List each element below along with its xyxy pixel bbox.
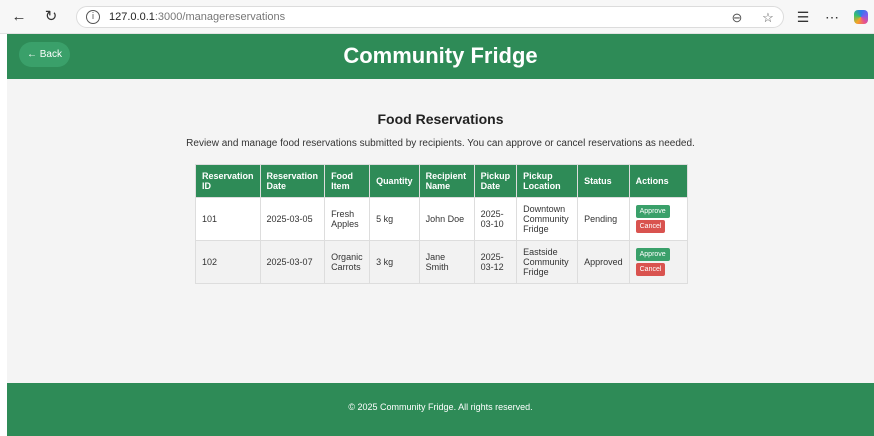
cell-quantity: 3 kg — [369, 240, 420, 284]
cell-recipient-name: Jane Smith — [418, 240, 475, 284]
cell-recipient-name: John Doe — [418, 197, 475, 241]
cell-text: 2025- — [480, 252, 504, 262]
cell-actions: Approve Cancel — [628, 197, 688, 241]
column-header-pickup-date: Pickup Date — [473, 164, 518, 198]
cell-reservation-date: 2025-03-07 — [259, 240, 326, 284]
cell-text: John Doe — [425, 214, 465, 224]
cancel-button[interactable]: Cancel — [635, 220, 666, 233]
url-path: :3000/managereservations — [154, 11, 286, 23]
cell-actions: Approve Cancel — [628, 240, 688, 284]
cell-pickup-location: Downtown Community Fridge — [516, 197, 579, 241]
header-text: Location — [523, 181, 561, 191]
column-header-recipient-name: Recipient Name — [418, 164, 475, 198]
table-header-row: Reservation ID Reservation Date Food Item Q… — [195, 164, 688, 198]
url-host: 127.0.0.1 — [109, 11, 155, 23]
header-text: Name — [425, 181, 451, 191]
site-footer: © 2025 Community Fridge. All rights rese… — [7, 383, 874, 436]
header-text: Status — [584, 176, 612, 186]
approve-button[interactable]: Approve — [635, 248, 670, 261]
header-text: ID — [202, 181, 211, 191]
address-bar[interactable]: i 127.0.0.1:3000/managereservations ⊖ ☆ — [76, 6, 784, 28]
favorites-list-icon[interactable]: ☰ — [794, 8, 812, 26]
info-icon[interactable]: i — [86, 10, 100, 24]
browser-toolbar: ← ↻ i 127.0.0.1:3000/managereservations … — [0, 0, 874, 34]
column-header-reservation-date: Reservation Date — [259, 164, 326, 198]
cell-reservation-id: 102 — [195, 240, 261, 284]
refresh-icon[interactable]: ↻ — [42, 8, 60, 26]
column-header-pickup-location: Pickup Location — [516, 164, 579, 198]
page-viewport: ← Back Community Fridge Food Reservation… — [7, 34, 874, 436]
cell-text: Organic — [331, 252, 363, 262]
cell-text: Downtown — [523, 204, 566, 214]
header-text: Recipient — [425, 171, 467, 181]
header-text: Quantity — [376, 176, 413, 186]
cell-food-item: Fresh Apples — [324, 197, 371, 241]
cell-pickup-date: 2025- 03-12 — [473, 240, 518, 284]
column-header-reservation-id: Reservation ID — [195, 164, 261, 198]
cell-text: Community — [523, 257, 569, 267]
url-text[interactable]: 127.0.0.1:3000/managereservations — [109, 11, 285, 23]
site-header: ← Back Community Fridge — [7, 34, 874, 79]
header-text: Pickup — [480, 171, 511, 181]
page-title: Food Reservations — [377, 111, 504, 127]
cell-text: Smith — [425, 262, 449, 272]
more-icon[interactable]: ⋯ — [823, 8, 841, 26]
header-text: Reservation — [202, 171, 254, 181]
copilot-icon[interactable] — [854, 10, 868, 24]
cell-text: Carrots — [331, 262, 361, 272]
header-text: Reservation — [266, 171, 319, 181]
cell-pickup-location: Eastside Community Fridge — [516, 240, 579, 284]
cell-text: 2025- — [480, 209, 504, 219]
reservations-table: Reservation ID Reservation Date Food Item Q… — [195, 164, 688, 284]
header-text: Food — [331, 171, 354, 181]
column-header-actions: Actions — [628, 164, 688, 198]
header-text: Item — [331, 181, 350, 191]
zoom-icon[interactable]: ⊖ — [729, 10, 745, 26]
cell-text: 03-12 — [480, 262, 504, 272]
cell-text: Apples — [331, 219, 359, 229]
header-text: Date — [266, 181, 287, 191]
header-text: Date — [480, 181, 501, 191]
table-row: 101 2025-03-05 Fresh Apples 5 kg John Doe… — [195, 197, 688, 241]
header-text: Actions — [635, 176, 669, 186]
cell-pickup-date: 2025- 03-10 — [473, 197, 518, 241]
favorite-star-icon[interactable]: ☆ — [760, 10, 776, 26]
cell-text: Community — [523, 214, 569, 224]
cell-text: Fridge — [523, 224, 549, 234]
footer-copyright: © 2025 Community Fridge. All rights rese… — [348, 402, 533, 412]
cell-reservation-date: 2025-03-05 — [259, 197, 326, 241]
cell-status: Pending — [577, 197, 630, 241]
column-header-status: Status — [577, 164, 630, 198]
cell-status: Approved — [577, 240, 630, 284]
header-text: Pickup — [523, 171, 553, 181]
cell-food-item: Organic Carrots — [324, 240, 371, 284]
cell-text: Eastside — [523, 247, 558, 257]
page-description: Review and manage food reservations subm… — [186, 138, 695, 149]
cell-text: Jane — [425, 252, 446, 262]
cell-text: 03-10 — [480, 219, 504, 229]
cell-text: Fridge — [523, 267, 549, 277]
cell-quantity: 5 kg — [369, 197, 420, 241]
approve-button[interactable]: Approve — [635, 205, 670, 218]
column-header-food-item: Food Item — [324, 164, 371, 198]
cell-reservation-id: 101 — [195, 197, 261, 241]
cell-text: Fresh — [331, 209, 355, 219]
column-header-quantity: Quantity — [369, 164, 420, 198]
back-arrow-icon[interactable]: ← — [10, 8, 28, 26]
table-row: 102 2025-03-07 Organic Carrots 3 kg Jane S… — [195, 240, 688, 284]
cancel-button[interactable]: Cancel — [635, 263, 666, 276]
app-title: Community Fridge — [343, 43, 538, 68]
